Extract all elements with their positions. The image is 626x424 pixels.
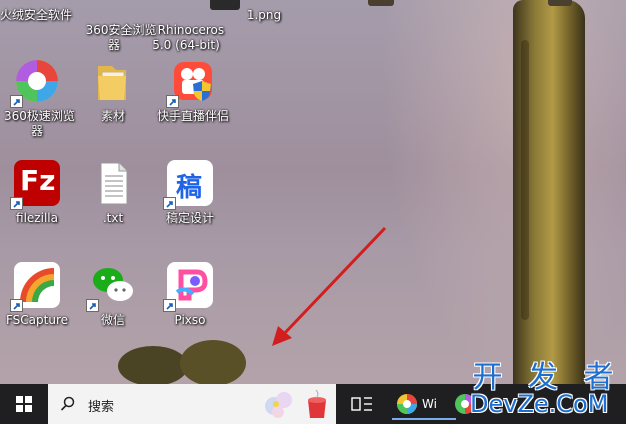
360-speed-browser-icon <box>397 394 417 414</box>
watermark-domain: DevZe.CoM <box>470 390 609 418</box>
search-highlight-cup-icon <box>302 388 332 420</box>
search-icon <box>60 396 75 411</box>
task-view-button[interactable] <box>340 384 384 424</box>
windows-logo-icon <box>16 396 32 412</box>
taskbar-app-360-browser[interactable]: Wi <box>392 388 456 420</box>
task-view-icon <box>351 397 372 411</box>
search-placeholder: 搜索 <box>88 400 115 415</box>
search-highlight-flowers-icon <box>262 386 302 422</box>
start-button[interactable] <box>0 384 48 424</box>
taskbar-app-label: Wi <box>422 397 437 411</box>
taskbar-search-box[interactable]: 搜索 <box>48 384 336 424</box>
